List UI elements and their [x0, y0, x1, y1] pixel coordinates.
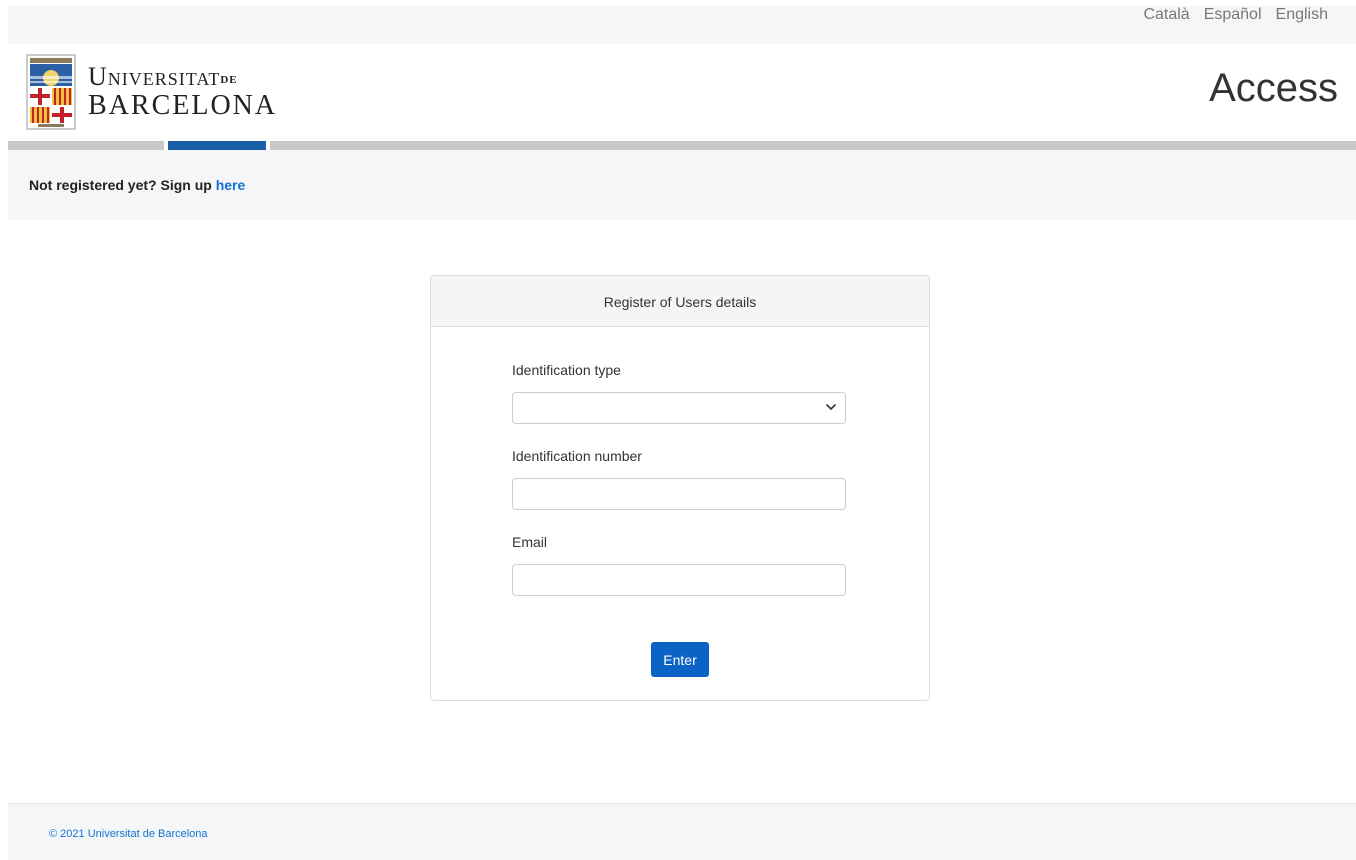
footer: © 2021 Universitat de Barcelona: [8, 803, 1356, 860]
university-seal-icon: [26, 54, 76, 130]
id-type-value[interactable]: [513, 393, 845, 423]
id-number-label: Identification number: [512, 448, 642, 464]
footer-copyright-link[interactable]: © 2021 Universitat de Barcelona: [49, 828, 208, 840]
logo-de: DE: [220, 74, 238, 86]
signup-prefix: Not registered yet? Sign up: [29, 177, 212, 193]
header-stripe-right: [270, 141, 1356, 150]
id-number-field[interactable]: [512, 478, 846, 510]
email-input[interactable]: [513, 565, 845, 595]
page: Català Español English UniversitatDE BAR…: [0, 0, 1356, 860]
id-number-input[interactable]: [513, 479, 845, 509]
language-switcher: Català Español English: [1143, 6, 1328, 24]
page-title: Access: [1209, 66, 1338, 110]
logo-barcelona: BARCELONA: [88, 90, 278, 121]
header-stripe-left: [8, 141, 164, 150]
language-english[interactable]: English: [1276, 6, 1328, 24]
email-field[interactable]: [512, 564, 846, 596]
university-name: UniversitatDE BARCELONA: [88, 64, 277, 120]
signup-bar: Not registered yet? Sign up here: [8, 150, 1356, 220]
id-type-label: Identification type: [512, 362, 621, 378]
id-type-select[interactable]: [512, 392, 846, 424]
register-card: Register of Users details Identification…: [430, 275, 930, 701]
language-catala[interactable]: Català: [1143, 6, 1189, 24]
language-espanol[interactable]: Español: [1204, 6, 1262, 24]
card-title: Register of Users details: [431, 276, 929, 327]
signup-text: Not registered yet? Sign up here: [29, 177, 245, 193]
email-label: Email: [512, 534, 548, 550]
university-logo[interactable]: UniversitatDE BARCELONA: [26, 54, 277, 130]
chevron-down-icon: [826, 404, 836, 410]
enter-button[interactable]: Enter: [651, 642, 709, 677]
header: UniversitatDE BARCELONA Access: [8, 44, 1356, 141]
logo-universitat: Universitat: [88, 62, 221, 91]
header-stripe-active: [168, 141, 266, 150]
language-bar: Català Español English: [8, 6, 1356, 44]
signup-link[interactable]: here: [216, 177, 246, 193]
